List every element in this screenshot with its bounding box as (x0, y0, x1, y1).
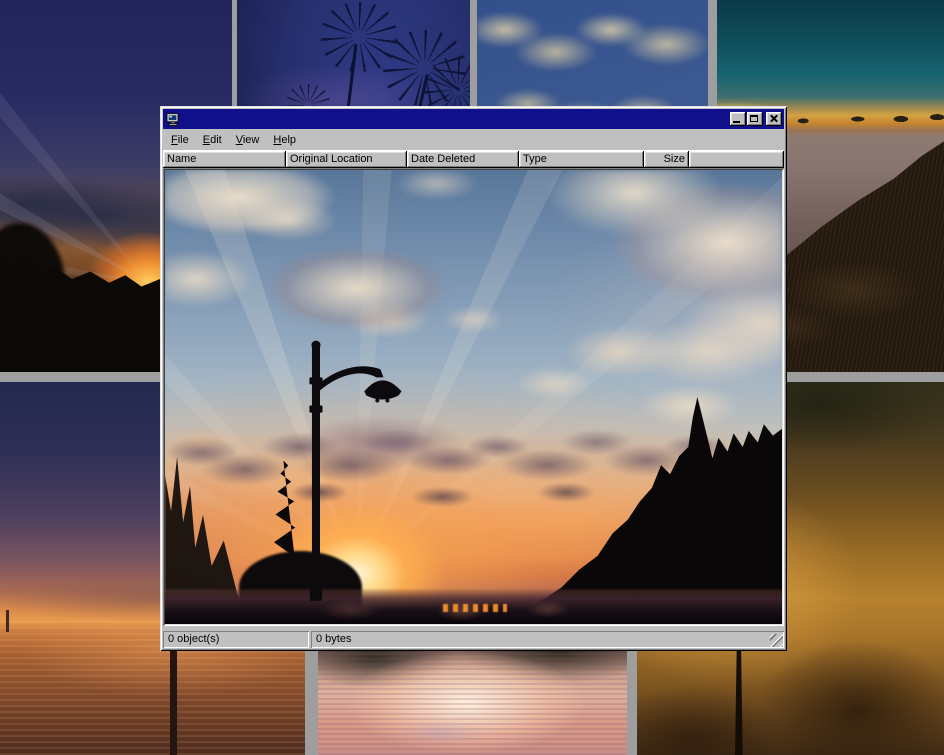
title-bar[interactable] (163, 109, 784, 129)
menu-file[interactable]: File (165, 132, 195, 148)
close-button[interactable] (766, 112, 782, 126)
column-header-size[interactable]: Size (644, 151, 689, 168)
screen: File Edit View Help Name Original Locati… (0, 0, 944, 755)
recycle-bin-window: File Edit View Help Name Original Locati… (160, 106, 787, 651)
menu-help[interactable]: Help (267, 132, 302, 148)
column-header-row: Name Original Location Date Deleted Type… (163, 150, 784, 168)
water-pole-small (6, 610, 9, 632)
column-header-type[interactable]: Type (519, 151, 644, 168)
column-header-original-location[interactable]: Original Location (286, 151, 407, 168)
minimize-icon (733, 121, 740, 123)
sunset-photo (165, 170, 782, 624)
status-size-text: 0 bytes (316, 633, 351, 645)
menu-edit[interactable]: Edit (197, 132, 228, 148)
status-size: 0 bytes (311, 631, 784, 648)
file-list-viewport[interactable] (163, 168, 784, 626)
column-header-date-deleted[interactable]: Date Deleted (407, 151, 519, 168)
close-icon (769, 114, 778, 123)
resize-grip[interactable] (770, 634, 783, 647)
status-object-count: 0 object(s) (163, 631, 309, 648)
menu-bar: File Edit View Help (163, 129, 784, 150)
maximize-button[interactable] (747, 112, 763, 126)
status-bar: 0 object(s) 0 bytes (163, 626, 784, 648)
menu-view[interactable]: View (230, 132, 266, 148)
maximize-icon (750, 115, 758, 122)
column-header-blank[interactable] (689, 151, 784, 168)
minimize-button[interactable] (730, 112, 746, 126)
water-ripples (318, 643, 627, 755)
column-header-name[interactable]: Name (163, 151, 286, 168)
computer-icon[interactable] (165, 112, 181, 127)
street-lamp-silhouette (165, 170, 782, 624)
